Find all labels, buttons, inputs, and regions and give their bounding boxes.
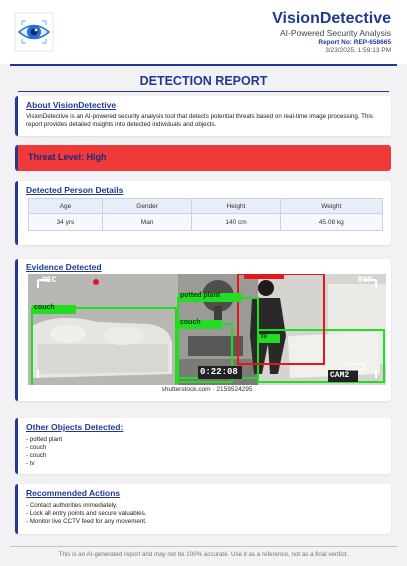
detection-label-potted-plant: potted plant [180, 292, 221, 299]
timestamp-label: 0:22:08 [200, 367, 238, 377]
threat-level-banner: Threat Level: High [15, 145, 391, 171]
detection-label-tv: tv [261, 333, 268, 340]
page-title: DETECTION REPORT [139, 74, 268, 88]
about-heading: About VisionDetective [26, 100, 117, 110]
list-item: - potted plant [26, 436, 63, 443]
list-item: - Contact authorities immediately. [26, 502, 118, 509]
rec-label: REC [42, 276, 57, 285]
other-objects-heading: Other Objects Detected: [26, 422, 124, 432]
brand-tagline: AI-Powered Security Analysis [279, 28, 391, 38]
footer-disclaimer: This is an AI-generated report and may n… [58, 551, 349, 558]
threat-level-label: Threat Level: High [28, 152, 107, 162]
brand-name: VisionDetective [272, 10, 391, 27]
about-section: About VisionDetective VisionDetective is… [15, 96, 391, 136]
person-details-heading: Detected Person Details [26, 185, 124, 195]
column-gender: Gender [101, 198, 193, 214]
detection-label-couch-1: couch [34, 304, 55, 311]
recommended-actions-heading: Recommended Actions [26, 488, 121, 498]
camera-label: CAM2 [330, 371, 350, 380]
list-item: - tv [26, 460, 35, 467]
evidence-image: REC 80P couch potted plant couch tv 0:22… [28, 274, 386, 397]
value-weight: 45.08 kg [279, 213, 384, 231]
evidence-heading: Evidence Detected [26, 262, 102, 272]
value-height: 140 cm [191, 213, 281, 231]
list-item: - Lock all entry points and secure valua… [26, 510, 147, 517]
recommended-actions-list: - Contact authorities immediately. - Loc… [26, 502, 383, 526]
about-text: VisionDetective is an AI-powered securit… [26, 113, 373, 128]
report-date: 3/23/2025, 1:59:13 PM [325, 47, 391, 54]
eye-logo-icon [14, 12, 54, 52]
title-divider [18, 91, 389, 92]
person-details-section: Detected Person Details Age Gender Heigh… [15, 181, 391, 245]
list-item: - Monitor live CCTV feed for any movemen… [26, 518, 147, 525]
watermark-label: shutterstock.com · 2159524295 [161, 386, 253, 393]
list-item: - couch [26, 452, 47, 459]
other-objects-list: - potted plant - couch - couch - tv [26, 436, 383, 468]
report-header: VisionDetective AI-Powered Security Anal… [0, 0, 407, 64]
report-number: Report No: REP-658665 [318, 39, 391, 46]
detection-label-couch-2: couch [180, 319, 201, 326]
person-details-table: Age Gender Height Weight 34 yrs Man 140 … [28, 198, 384, 231]
recommended-actions-section: Recommended Actions - Contact authoritie… [15, 484, 391, 534]
column-height: Height [191, 198, 281, 214]
list-item: - couch [26, 444, 47, 451]
resolution-label: 80P [357, 276, 372, 285]
column-weight: Weight [279, 198, 384, 214]
value-gender: Man [101, 213, 193, 231]
other-objects-section: Other Objects Detected: - potted plant -… [15, 418, 391, 474]
header-divider [10, 64, 397, 66]
footer-divider [10, 546, 397, 547]
report-page: VisionDetective AI-Powered Security Anal… [0, 0, 407, 566]
value-age: 34 yrs [28, 213, 103, 231]
column-age: Age [28, 198, 103, 214]
evidence-section: Evidence Detected REC 80P couch potted p… [15, 259, 391, 401]
